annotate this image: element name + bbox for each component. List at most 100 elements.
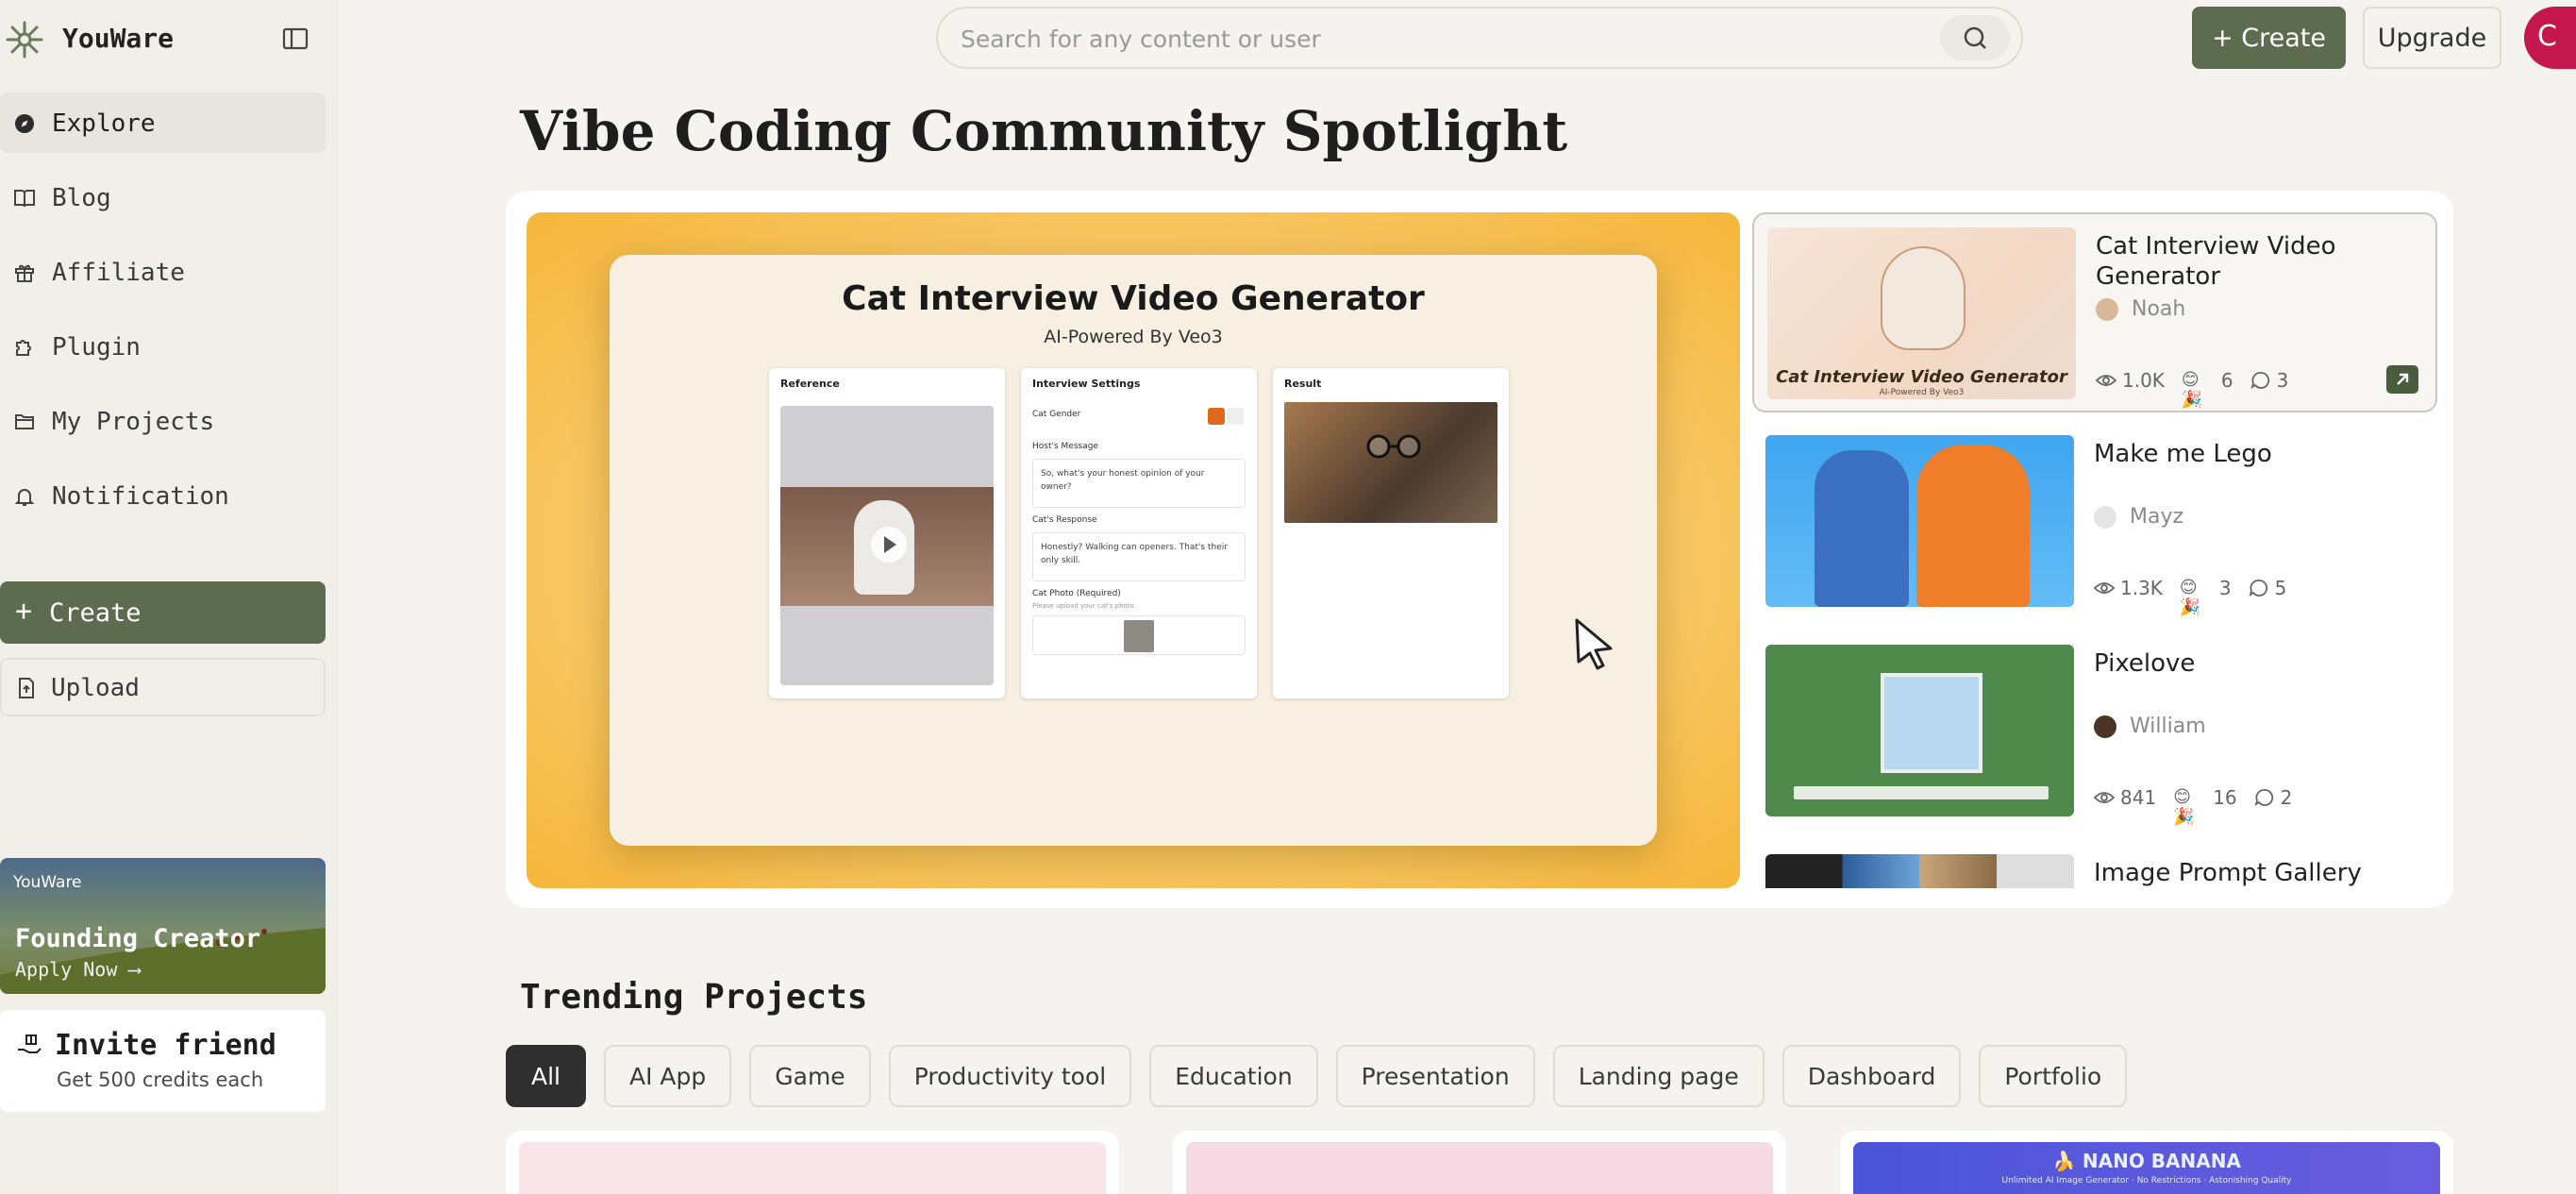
promo-title: Founding Creator bbox=[15, 924, 261, 953]
chip-education[interactable]: Education bbox=[1149, 1045, 1318, 1107]
plus-icon: + bbox=[15, 595, 33, 628]
nano-banana-subtitle: Unlimited AI Image Generator · No Restri… bbox=[2001, 1176, 2292, 1186]
glasses-graphic bbox=[1366, 434, 1421, 459]
chip-ai-app[interactable]: AI App bbox=[604, 1045, 732, 1107]
logo-row[interactable]: YouWare bbox=[0, 17, 339, 59]
project-thumbnail bbox=[519, 1142, 1106, 1194]
upgrade-button[interactable]: Upgrade bbox=[2363, 7, 2501, 69]
search-bar[interactable] bbox=[936, 7, 2023, 69]
create-label: Create bbox=[49, 598, 142, 628]
gender-male-option bbox=[1208, 408, 1225, 425]
trending-cards: 🍌 NANO BANANA Unlimited AI Image Generat… bbox=[506, 1131, 2453, 1194]
chip-all[interactable]: All bbox=[506, 1045, 586, 1107]
spotlight-hero[interactable]: Cat Interview Video Generator AI-Powered… bbox=[527, 212, 1740, 888]
result-panel-title: Result bbox=[1284, 378, 1322, 390]
mouse-cursor-icon bbox=[1575, 618, 1613, 670]
search-input[interactable] bbox=[961, 22, 1904, 56]
spotlight-thumbnail bbox=[1765, 645, 2074, 816]
play-icon[interactable] bbox=[871, 527, 907, 563]
emoji-reaction-icon: 😊🎉 bbox=[2179, 578, 2201, 617]
header-create-button[interactable]: + Create bbox=[2192, 7, 2346, 69]
project-card[interactable] bbox=[506, 1131, 1119, 1194]
emoji-reaction-icon: 😊🎉 bbox=[2181, 370, 2203, 410]
chip-dashboard[interactable]: Dashboard bbox=[1781, 1045, 1962, 1107]
chip-landing-page[interactable]: Landing page bbox=[1552, 1045, 1765, 1107]
comment-icon bbox=[2254, 789, 2273, 807]
spotlight-item[interactable]: Image Prompt Gallery bbox=[1752, 841, 2437, 888]
reactions-count: 3 bbox=[2218, 577, 2232, 599]
gender-female-option bbox=[1227, 408, 1244, 425]
search-icon bbox=[1964, 26, 1986, 49]
invite-friend-card[interactable]: Invite friend Get 500 credits each bbox=[0, 1010, 326, 1112]
invite-title: Invite friend bbox=[55, 1029, 276, 1062]
invite-subtitle: Get 500 credits each bbox=[57, 1068, 264, 1091]
sidebar-item-label: Plugin bbox=[52, 333, 141, 362]
settings-panel-title: Interview Settings bbox=[1032, 378, 1141, 390]
eye-icon bbox=[2094, 582, 2115, 594]
reactions-count: 6 bbox=[2220, 369, 2233, 392]
sidebar-item-my-projects[interactable]: My Projects bbox=[0, 391, 326, 451]
lego-figure-orange bbox=[1916, 445, 2030, 607]
sidebar-item-notification[interactable]: Notification bbox=[0, 465, 326, 526]
sidebar-item-label: Blog bbox=[52, 184, 111, 212]
open-project-button[interactable] bbox=[2386, 365, 2418, 394]
spotlight-item-author[interactable]: Noah bbox=[2096, 297, 2185, 321]
reference-panel-title: Reference bbox=[780, 378, 840, 390]
spotlight-item-title: Cat Interview Video Generator bbox=[2096, 232, 2336, 291]
sidebar-create-button[interactable]: + Create bbox=[0, 581, 326, 644]
sidebar-upload-button[interactable]: Upload bbox=[0, 658, 326, 716]
pixel-knight-graphic bbox=[1881, 673, 1982, 773]
founding-creator-banner[interactable]: YouWare Founding Creator Apply Now ⟶ bbox=[0, 858, 326, 994]
sidebar-item-explore[interactable]: Explore bbox=[0, 92, 326, 153]
hero-subtitle: AI-Powered By Veo3 bbox=[1044, 327, 1223, 347]
project-thumbnail: 🍌 NANO BANANA Unlimited AI Image Generat… bbox=[1853, 1142, 2440, 1194]
spotlight-thumbnail: Cat Interview Video Generator AI-Powered… bbox=[1767, 227, 2076, 399]
project-card[interactable]: 🍌 NANO BANANA Unlimited AI Image Generat… bbox=[1840, 1131, 2453, 1194]
spotlight-item[interactable]: Pixelove William 841 😊🎉 16 2 bbox=[1752, 631, 2437, 832]
spotlight-item-author[interactable]: William bbox=[2094, 715, 2206, 738]
comment-icon bbox=[2250, 372, 2269, 390]
lego-figure-blue bbox=[1815, 450, 1909, 607]
project-card[interactable] bbox=[1173, 1131, 1786, 1194]
comments-count: 5 bbox=[2274, 577, 2287, 599]
views-count: 1.0K bbox=[2122, 369, 2165, 392]
sidebar-collapse-icon[interactable] bbox=[281, 25, 309, 53]
comment-icon bbox=[2249, 580, 2267, 597]
folder-icon bbox=[15, 414, 34, 429]
chip-game[interactable]: Game bbox=[749, 1045, 871, 1107]
spotlight-item[interactable]: Make me Lego Mayz 1.3K 😊🎉 3 5 bbox=[1752, 422, 2437, 622]
sidebar-item-label: Affiliate bbox=[52, 259, 185, 287]
thumb-caption-sub: AI-Powered By Veo3 bbox=[1879, 388, 1965, 397]
interview-settings-panel: Interview Settings Cat Gender Host's Mes… bbox=[1021, 368, 1257, 698]
sidebar-item-label: Notification bbox=[52, 482, 229, 511]
reference-video bbox=[780, 406, 994, 685]
gift-icon bbox=[15, 264, 34, 282]
result-panel: Result bbox=[1273, 368, 1509, 698]
photo-label: Cat Photo (Required) bbox=[1032, 589, 1121, 598]
gender-toggle bbox=[1208, 408, 1246, 425]
author-name: Mayz bbox=[2130, 505, 2184, 529]
cat-response-label: Cat's Response bbox=[1032, 515, 1097, 525]
compass-icon bbox=[15, 114, 34, 133]
chip-presentation[interactable]: Presentation bbox=[1335, 1045, 1535, 1107]
author-name: William bbox=[2130, 715, 2206, 738]
promo-cta: Apply Now ⟶ bbox=[15, 958, 141, 981]
chip-productivity-tool[interactable]: Productivity tool bbox=[888, 1045, 1132, 1107]
spotlight-thumbnail bbox=[1765, 854, 2074, 888]
result-cat-image bbox=[1284, 402, 1497, 523]
spotlight-item-author[interactable]: Mayz bbox=[2094, 505, 2183, 529]
promo-brand: YouWare bbox=[13, 873, 82, 892]
sidebar-item-blog[interactable]: Blog bbox=[0, 167, 326, 227]
spotlight-item-stats: 1.3K 😊🎉 3 5 bbox=[2094, 577, 2287, 617]
chip-portfolio[interactable]: Portfolio bbox=[1979, 1045, 2128, 1107]
cat-photo-thumb bbox=[1124, 620, 1154, 652]
author-avatar bbox=[2094, 505, 2116, 529]
sidebar-item-plugin[interactable]: Plugin bbox=[0, 316, 326, 377]
category-filter: All AI App Game Productivity tool Educat… bbox=[506, 1045, 2128, 1107]
spotlight-item[interactable]: Cat Interview Video Generator AI-Powered… bbox=[1752, 212, 2437, 412]
sidebar-item-affiliate[interactable]: Affiliate bbox=[0, 242, 326, 302]
user-avatar[interactable]: C bbox=[2524, 7, 2576, 69]
project-thumbnail bbox=[1186, 1142, 1773, 1194]
search-button[interactable] bbox=[1940, 15, 2010, 60]
trending-title: Trending Projects bbox=[520, 978, 868, 1017]
